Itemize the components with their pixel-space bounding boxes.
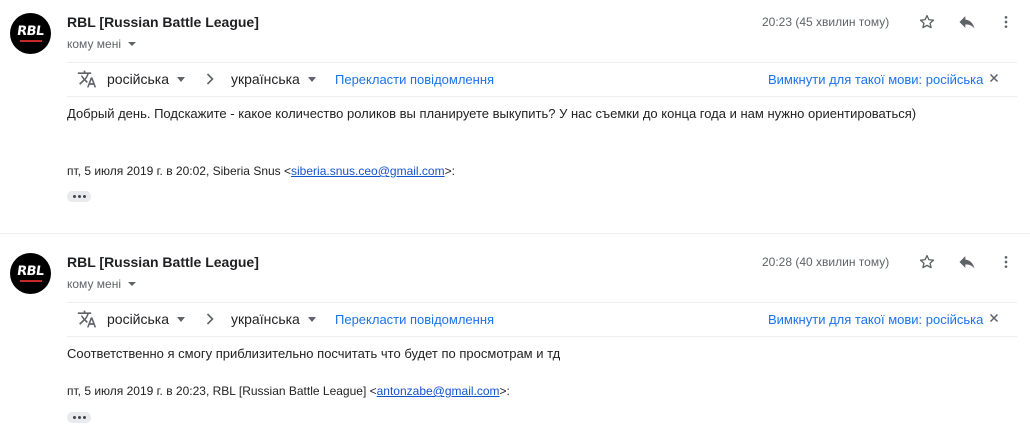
show-trimmed-content-button[interactable]	[67, 191, 91, 202]
ellipsis-icon	[72, 195, 76, 198]
source-language-label: російська	[107, 311, 170, 327]
close-icon[interactable]	[989, 313, 999, 323]
source-language-select[interactable]: російська	[107, 311, 186, 327]
quoted-header: пт, 5 июля 2019 г. в 20:02, Siberia Snus…	[67, 164, 455, 178]
recipient-label: кому мені	[67, 37, 121, 51]
translation-bar: російська українська Перекласти повідомл…	[67, 302, 1017, 337]
quoted-header-prefix: пт, 5 июля 2019 г. в 20:23, RBL [Russian…	[67, 384, 377, 398]
translate-message-link[interactable]: Перекласти повідомлення	[335, 312, 494, 327]
more-options-button[interactable]	[994, 10, 1018, 34]
quoted-header: пт, 5 июля 2019 г. в 20:23, RBL [Russian…	[67, 384, 510, 398]
star-icon	[919, 254, 935, 269]
email-message-2: RBL RBL [Russian Battle League] кому мен…	[0, 240, 1030, 435]
avatar-logo-underline	[19, 40, 42, 42]
more-options-button[interactable]	[994, 250, 1018, 274]
reply-button[interactable]	[955, 250, 979, 274]
message-divider	[0, 233, 1030, 234]
star-button[interactable]	[915, 10, 939, 34]
target-language-select[interactable]: українська	[231, 71, 316, 87]
translation-bar: російська українська Перекласти повідомл…	[67, 62, 1017, 97]
quoted-header-suffix: >:	[444, 164, 455, 178]
chevron-right-icon	[204, 311, 216, 327]
sender-name[interactable]: RBL [Russian Battle League]	[67, 14, 259, 30]
chevron-right-icon	[204, 71, 216, 87]
target-language-label: українська	[231, 71, 300, 87]
chevron-down-icon	[128, 42, 136, 46]
avatar-logo-underline	[19, 280, 42, 282]
message-timestamp: 20:28 (40 хвилин тому)	[762, 255, 890, 269]
disable-translation-link[interactable]: Вимкнути для такої мови: російська	[768, 312, 983, 327]
quoted-header-prefix: пт, 5 июля 2019 г. в 20:02, Siberia Snus…	[67, 164, 292, 178]
star-button[interactable]	[915, 250, 939, 274]
more-vert-icon	[1004, 256, 1008, 268]
message-body: Добрый день. Подскажите - какое количест…	[67, 106, 917, 121]
source-language-label: російська	[107, 71, 170, 87]
source-language-select[interactable]: російська	[107, 71, 186, 87]
reply-button[interactable]	[955, 10, 979, 34]
recipient-label: кому мені	[67, 277, 121, 291]
sender-avatar[interactable]: RBL	[10, 253, 51, 294]
close-icon[interactable]	[989, 73, 999, 83]
translate-icon	[77, 70, 97, 88]
quoted-email-link[interactable]: siberia.snus.ceo@gmail.com	[291, 164, 445, 178]
message-timestamp: 20:23 (45 хвилин тому)	[762, 15, 890, 29]
reply-icon	[959, 16, 975, 29]
recipient-details-toggle[interactable]: кому мені	[67, 37, 136, 51]
message-body: Соответственно я смогу приблизительно по…	[67, 346, 561, 361]
star-icon	[919, 14, 935, 29]
sender-avatar[interactable]: RBL	[10, 13, 51, 54]
target-language-select[interactable]: українська	[231, 311, 316, 327]
avatar-logo: RBL	[16, 264, 45, 279]
ellipsis-icon	[72, 416, 76, 419]
quoted-email-link[interactable]: antonzabe@gmail.com	[377, 384, 500, 398]
chevron-down-icon	[128, 282, 136, 286]
chevron-down-icon	[177, 76, 186, 82]
disable-translation-link[interactable]: Вимкнути для такої мови: російська	[768, 72, 983, 87]
recipient-details-toggle[interactable]: кому мені	[67, 277, 136, 291]
sender-name[interactable]: RBL [Russian Battle League]	[67, 254, 259, 270]
avatar-logo: RBL	[16, 24, 45, 39]
email-message-1: RBL RBL [Russian Battle League] кому мен…	[0, 0, 1030, 233]
quoted-header-suffix: >:	[499, 384, 510, 398]
show-trimmed-content-button[interactable]	[67, 412, 91, 423]
translate-icon	[77, 310, 97, 328]
chevron-down-icon	[177, 316, 186, 322]
target-language-label: українська	[231, 311, 300, 327]
chevron-down-icon	[307, 76, 316, 82]
translate-message-link[interactable]: Перекласти повідомлення	[335, 72, 494, 87]
reply-icon	[959, 256, 975, 269]
more-vert-icon	[1004, 16, 1008, 28]
chevron-down-icon	[307, 316, 316, 322]
